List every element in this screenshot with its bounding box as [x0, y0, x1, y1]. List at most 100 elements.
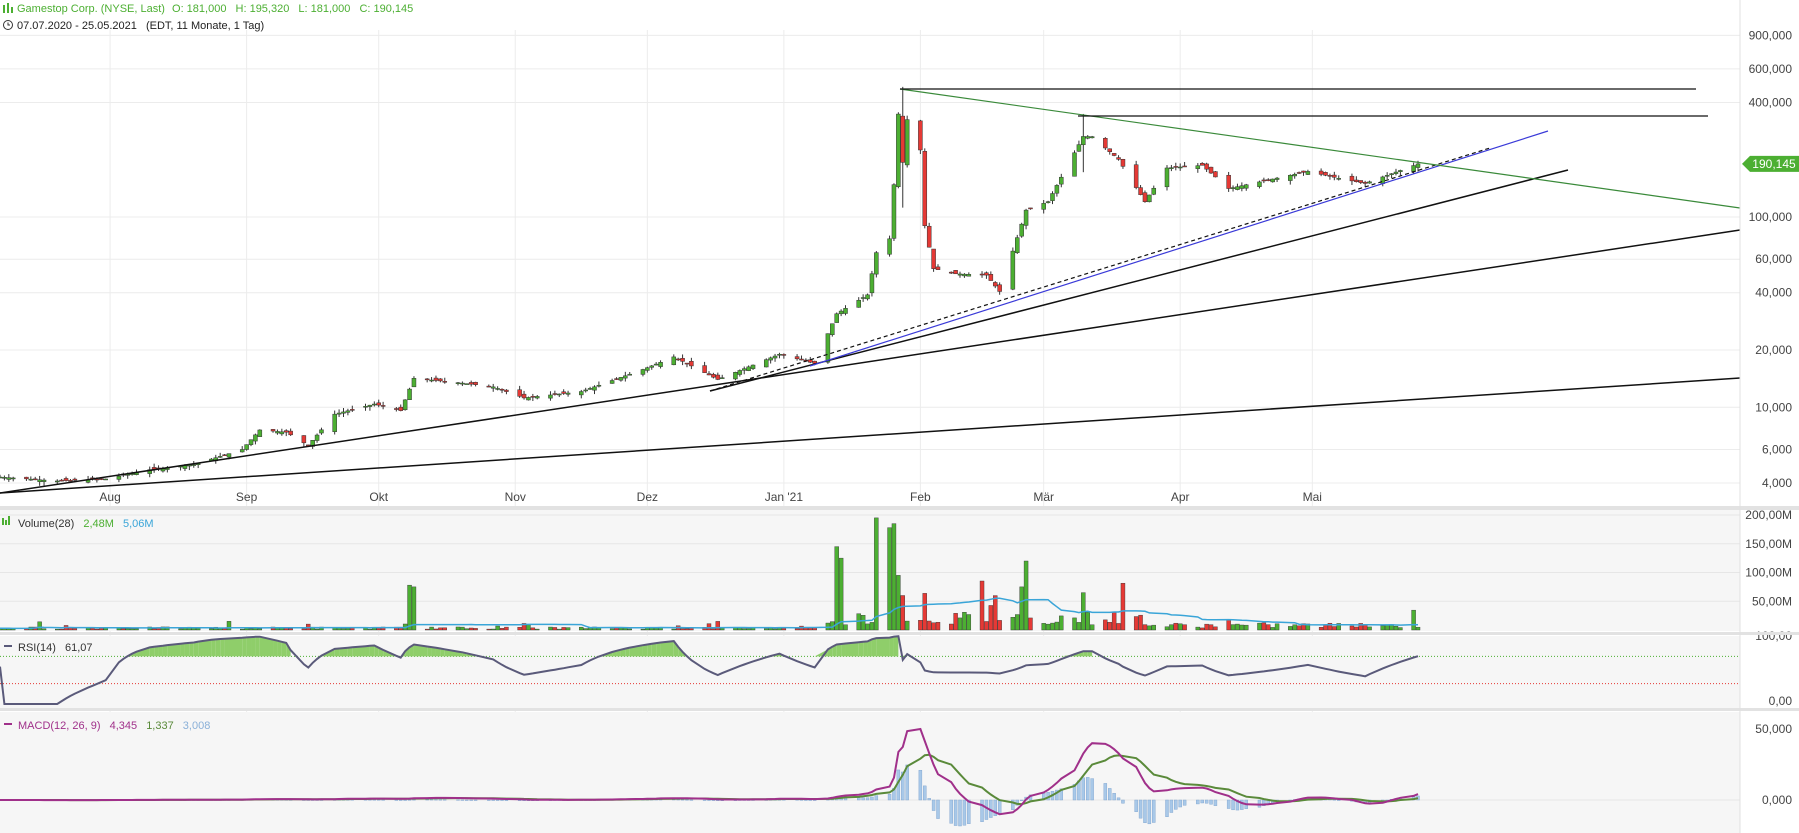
candle-body	[1305, 171, 1311, 175]
volume-bar	[1177, 623, 1183, 631]
candle-body	[495, 388, 500, 390]
candle-body	[715, 374, 721, 380]
candle-body	[627, 373, 632, 376]
volume-bar	[1261, 622, 1267, 631]
candle-body	[948, 271, 954, 274]
candlestick-series	[0, 86, 1421, 486]
candle-body	[962, 273, 967, 277]
candle-body	[433, 377, 439, 381]
macd-hist-bar	[1165, 799, 1169, 817]
candle-body	[1103, 138, 1108, 149]
volume-bar	[367, 628, 373, 631]
volume-bar	[248, 628, 254, 631]
candle-body	[935, 266, 941, 270]
candle-body	[596, 384, 602, 387]
volume-bar	[438, 627, 443, 631]
candle-body	[1235, 186, 1240, 190]
volume-bar	[926, 620, 932, 631]
macd-value-3: 3,008	[183, 720, 211, 732]
macd-value-2: 1,337	[146, 720, 174, 732]
date-range: 07.07.2020 - 25.05.2021	[17, 20, 137, 32]
volume-bar	[314, 628, 320, 631]
candlestick-icon[interactable]	[3, 3, 13, 13]
candle-body	[464, 383, 470, 385]
volume-bar	[526, 624, 531, 631]
volume-bar	[565, 627, 571, 631]
y-tick-label: 60,000	[1755, 252, 1792, 266]
candle-body	[1199, 163, 1205, 166]
macd-hist-bar	[495, 799, 500, 801]
candle-body	[217, 456, 223, 458]
candle-body	[675, 358, 681, 361]
candle-body	[1089, 136, 1095, 139]
macd-panel[interactable]: 50,0000,000 MACD(12, 26, 9) 4,345 1,337 …	[0, 712, 1792, 833]
candle-body	[1072, 152, 1077, 177]
volume-bar	[1050, 622, 1055, 631]
macd-hist-bar	[874, 795, 879, 801]
volume-bar	[59, 628, 64, 631]
rsi-fill-segment	[889, 636, 894, 657]
high-value: H: 195,320	[236, 3, 290, 15]
candle-body	[380, 405, 386, 407]
candle-body	[988, 274, 994, 281]
candle-body	[609, 380, 615, 384]
volume-bar	[125, 628, 130, 631]
candle-body	[706, 373, 712, 376]
candle-body	[1389, 173, 1394, 175]
volume-bar	[37, 621, 42, 631]
clock-icon	[3, 20, 13, 30]
volume-bar	[530, 627, 536, 631]
candle-body	[579, 391, 584, 396]
macd-hist-bar	[443, 799, 447, 801]
macd-hist-bar	[918, 770, 923, 801]
volume-panel[interactable]: 200,00M 150,00M 100,00M 50,00M Volume(28) 2…	[0, 508, 1792, 631]
candle-body	[1261, 179, 1267, 182]
last-price-label: 190,145	[1752, 157, 1796, 171]
volume-bar	[1147, 625, 1152, 631]
candle-body	[526, 397, 531, 401]
candle-body	[460, 382, 465, 385]
volume-bar	[94, 628, 100, 631]
rsi-fill-segment	[647, 643, 652, 657]
x-tick-label: Dez	[637, 490, 658, 504]
volume-bar	[834, 546, 839, 631]
candle-body	[1411, 165, 1416, 172]
volume-bar	[1045, 623, 1051, 631]
candle-body	[1327, 175, 1333, 177]
volume-bar	[1015, 614, 1020, 631]
candle-body	[1332, 174, 1337, 178]
macd-hist-bar	[1090, 778, 1094, 801]
candle-body	[535, 396, 540, 399]
y-tick-label: 6,000	[1762, 442, 1792, 456]
candle-body	[244, 444, 249, 450]
candle-body	[1349, 175, 1355, 182]
x-tick-label: Jan '21	[765, 490, 804, 504]
candle-body	[1133, 164, 1139, 188]
y-tick-label: 40,000	[1755, 286, 1792, 300]
macd-hist-bar	[680, 799, 685, 801]
volume-bar	[151, 628, 157, 631]
rsi-panel[interactable]: 100,00 0,00 RSI(14) 61,07	[0, 629, 1792, 709]
stock-chart[interactable]: Gamestop Corp. (NYSE, Last) O: 181,000 H…	[0, 0, 1799, 833]
candle-body	[926, 225, 932, 248]
candle-body	[239, 449, 245, 453]
candle-body	[1393, 171, 1399, 174]
candle-body	[1169, 167, 1174, 169]
volume-bar	[949, 623, 954, 631]
candle-body	[517, 389, 522, 397]
volume-bar	[966, 614, 972, 631]
rsi-fill-segment	[180, 643, 185, 657]
candle-body	[658, 362, 663, 367]
volume-bar	[1230, 624, 1236, 631]
macd-hist-bar	[804, 799, 808, 801]
candle-body	[1151, 187, 1157, 195]
volume-bar	[468, 627, 474, 631]
candle-body	[1010, 250, 1016, 290]
candle-body	[1107, 148, 1112, 152]
volume-bar	[746, 628, 751, 631]
volume-bar	[1270, 627, 1275, 631]
volume-bar	[455, 626, 461, 631]
macd-hist-bar	[931, 799, 936, 811]
macd-hist-bar	[1209, 799, 1213, 805]
rsi-fill-segment	[184, 642, 190, 657]
